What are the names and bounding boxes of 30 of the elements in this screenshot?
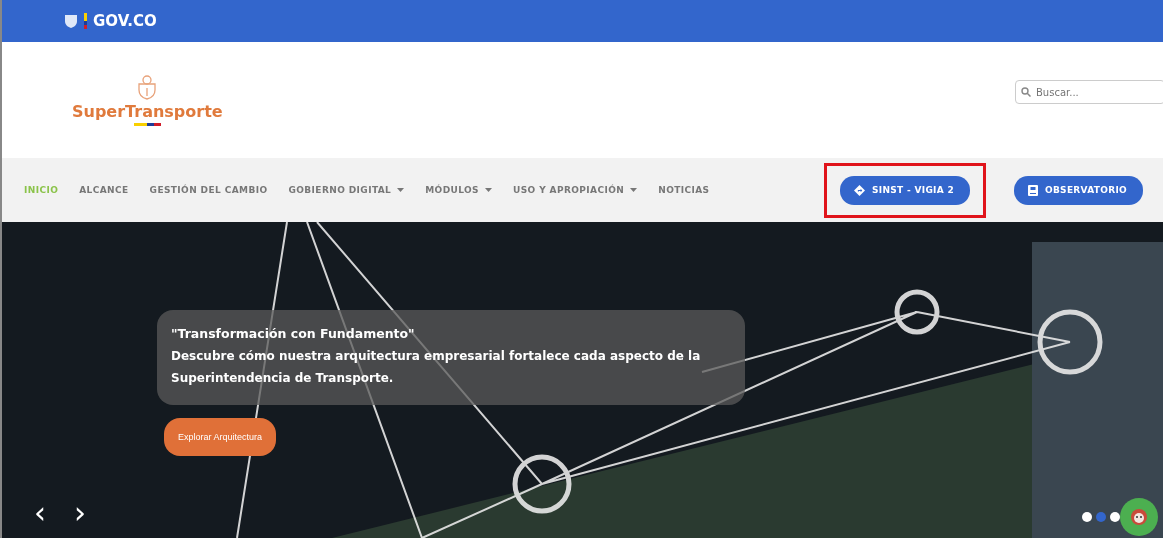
logo-text[interactable]: SuperTransporte [72, 102, 223, 121]
hero-title: "Transformación con Fundamento" [171, 326, 416, 341]
nav-button[interactable]: OBSERVATORIO [1014, 175, 1143, 205]
slide-dot[interactable] [1096, 512, 1106, 522]
shield-icon [64, 13, 78, 29]
nav-link[interactable]: GESTIÓN DEL CAMBIO [149, 185, 268, 195]
flag-stripe-icon [133, 123, 161, 126]
explore-button[interactable]: Explorar Arquitectura [164, 418, 277, 456]
flag-stripe-icon [84, 13, 87, 29]
slide-dot[interactable] [1110, 512, 1120, 522]
coat-of-arms-icon [136, 74, 159, 100]
nav-link[interactable]: USO Y APROPIACIÓN [513, 185, 638, 195]
search-field[interactable]: Buscar... [1015, 80, 1163, 104]
nav-link[interactable]: GOBIERNO DIGITAL [288, 185, 405, 195]
nav-link[interactable]: ALCANCE [79, 185, 129, 195]
previous-button[interactable]: ‹ [34, 500, 46, 526]
caret-icon [630, 188, 638, 192]
slide-dot[interactable] [1082, 512, 1092, 522]
book-icon [1028, 184, 1038, 196]
nav-button[interactable]: SINST - VIGIA 2 [840, 175, 970, 205]
caret-icon [485, 188, 492, 192]
directions-icon [854, 184, 866, 196]
nav-link[interactable]: NOTICIAS [658, 185, 710, 195]
search-icon [1021, 87, 1031, 97]
next-button[interactable]: › [74, 500, 86, 526]
nav-link[interactable]: MÓDULOS [425, 185, 492, 195]
hero-text: Descubre cómo nuestra arquitectura empresarial fortalece cada aspecto de la Superintendencia de Transporte. [171, 348, 702, 387]
gov-co-label[interactable]: GOV.CO [93, 12, 157, 30]
caret-icon [397, 188, 405, 192]
mascot-icon [1129, 507, 1149, 527]
